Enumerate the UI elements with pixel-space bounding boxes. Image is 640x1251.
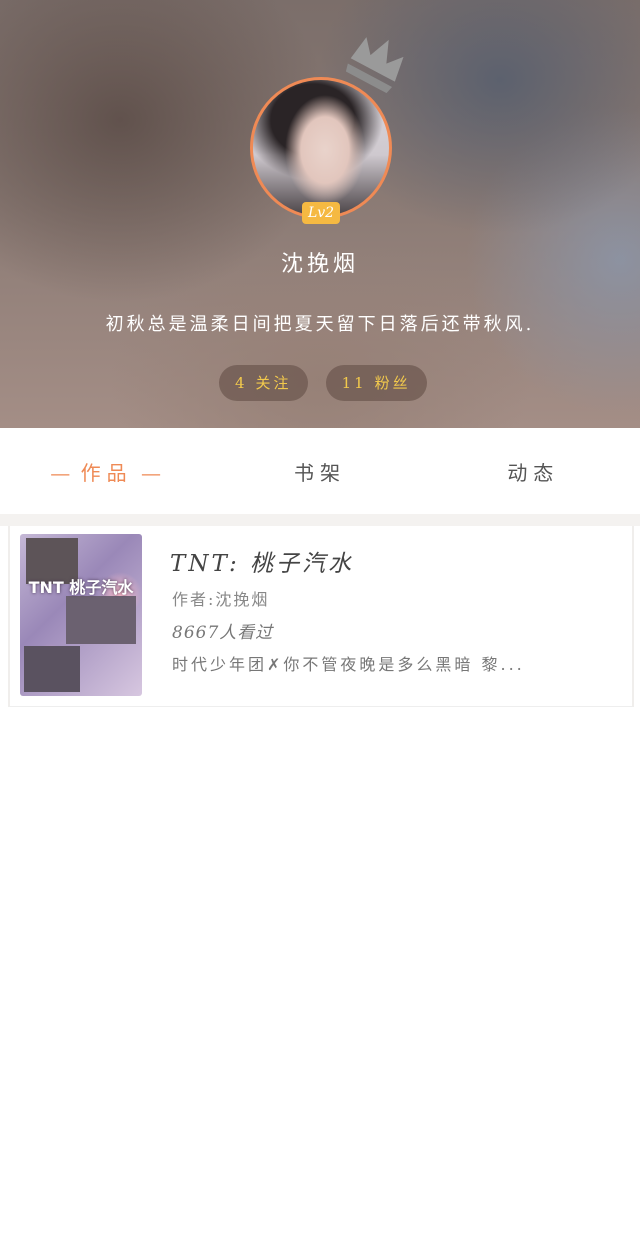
followers-count: 11 <box>341 374 367 392</box>
avatar-container[interactable]: Lv2 <box>250 37 404 224</box>
username: 沈挽烟 <box>280 252 359 277</box>
divider <box>0 514 640 526</box>
work-description: 时代少年团✗你不管夜晚是多么黑暗 黎... <box>172 655 525 674</box>
work-card[interactable]: TNT 桃子汽水 TNT: 桃子汽水 作者:沈挽烟 8667人看过 时代少年团✗… <box>8 526 634 707</box>
work-cover-image[interactable]: TNT 桃子汽水 <box>20 534 142 696</box>
profile-header: Lv2 沈挽烟 初秋总是温柔日间把夏天留下日落后还带秋风. 4 关注 11 粉丝 <box>0 0 640 428</box>
followers-button[interactable]: 11 粉丝 <box>325 365 427 401</box>
followers-label: 粉丝 <box>374 374 411 392</box>
avatar[interactable] <box>250 77 392 219</box>
work-author: 作者:沈挽烟 <box>172 590 270 609</box>
work-title[interactable]: TNT: 桃子汽水 <box>170 544 354 578</box>
stats-row: 4 关注 11 粉丝 <box>219 365 427 401</box>
profile-tabs: 作品 书架 动态 <box>0 428 640 514</box>
tab-activity[interactable]: 动态 <box>427 457 640 486</box>
following-count: 4 <box>235 374 248 392</box>
tab-works[interactable]: 作品 <box>0 457 213 486</box>
work-view-count: 8667人看过 <box>172 623 274 643</box>
tab-bookshelf[interactable]: 书架 <box>213 457 426 486</box>
work-cover-text: TNT 桃子汽水 <box>28 578 134 597</box>
crown-icon <box>345 37 404 94</box>
profile-page: Lv2 沈挽烟 初秋总是温柔日间把夏天留下日落后还带秋风. 4 关注 11 粉丝 作… <box>0 0 640 1251</box>
bio-text: 初秋总是温柔日间把夏天留下日落后还带秋风. <box>105 314 535 335</box>
following-label: 关注 <box>255 374 292 392</box>
following-button[interactable]: 4 关注 <box>219 365 308 401</box>
level-badge: Lv2 <box>302 202 340 224</box>
